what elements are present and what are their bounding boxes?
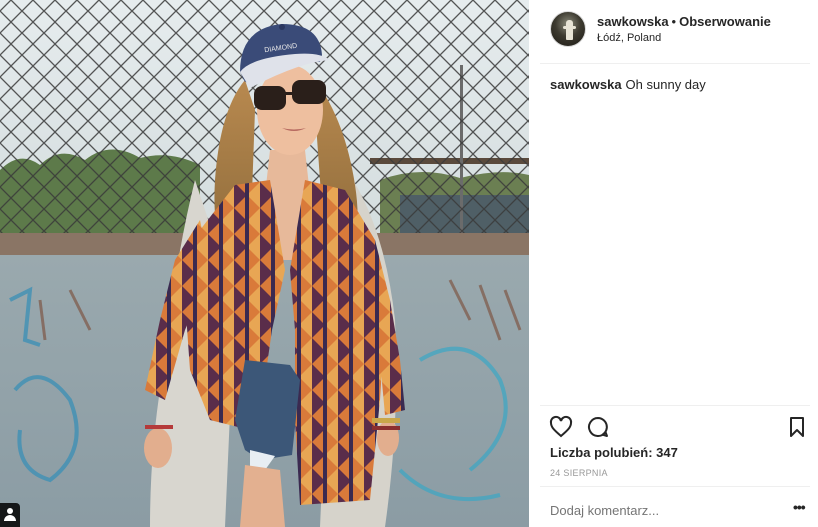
bookmark-outline-icon[interactable] [787,416,811,440]
post-date: 24 SIERPNIA [550,468,608,478]
caption-username-link[interactable]: sawkowska [550,77,622,92]
username-link[interactable]: sawkowska [597,14,669,29]
post-photo[interactable]: DIAMOND [0,0,529,527]
post-actions: Liczba polubień: 347 24 SIERPNIA ••• [540,405,810,525]
heart-outline-icon[interactable] [549,415,573,439]
location-link[interactable]: Łódź, Poland [597,32,661,44]
photo-scene: DIAMOND [0,0,529,527]
post-header: sawkowska • Obserwowanie Łódź, Poland [540,0,810,64]
following-button[interactable]: Obserwowanie [679,14,771,29]
separator-dot: • [671,14,677,29]
post-caption: sawkowska Oh sunny day [550,77,706,92]
speech-bubble-icon[interactable] [586,415,610,439]
comment-input[interactable] [550,501,770,519]
more-options-icon[interactable]: ••• [793,499,806,515]
comment-box: ••• [540,486,810,526]
caption-text: Oh sunny day [625,77,706,92]
post-side-panel: sawkowska • Obserwowanie Łódź, Poland sawk… [540,0,818,527]
avatar[interactable] [550,11,586,47]
header-title: sawkowska • Obserwowanie [597,14,771,29]
user-tag-icon[interactable] [0,503,20,527]
likes-count[interactable]: Liczba polubień: 347 [550,445,678,460]
